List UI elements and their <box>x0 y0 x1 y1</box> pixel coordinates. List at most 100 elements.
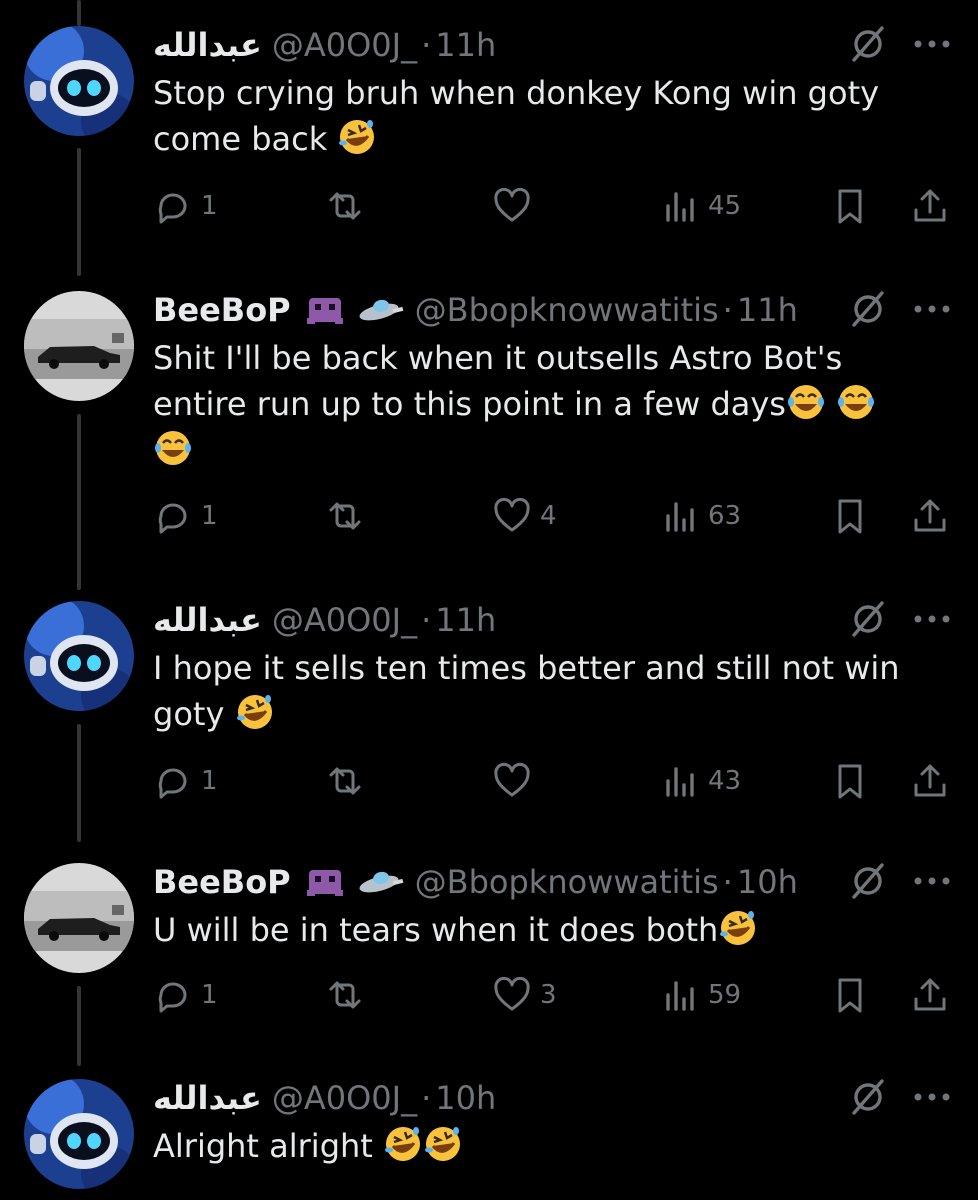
heart-icon <box>492 186 532 226</box>
heart-icon <box>492 975 532 1015</box>
views-button[interactable]: 45 <box>660 183 741 229</box>
user-handle[interactable]: @A0O0J_ <box>272 26 417 64</box>
tweet-header: BeeBoP @Bbopknowwatitis · 10h <box>153 857 798 907</box>
reply-icon <box>153 761 193 801</box>
user-handle[interactable]: @A0O0J_ <box>272 1079 417 1117</box>
repost-icon <box>325 761 365 801</box>
like-count: 3 <box>540 980 557 1010</box>
grok-icon[interactable] <box>848 289 888 329</box>
avatar[interactable] <box>24 1079 134 1189</box>
avatar[interactable] <box>24 291 134 401</box>
views-button[interactable]: 63 <box>660 493 741 539</box>
separator: · <box>421 1079 432 1117</box>
tweet-text: U will be in tears when it does both <box>153 907 943 953</box>
share-button[interactable] <box>910 758 950 804</box>
bookmark-button[interactable] <box>830 493 870 539</box>
reply-count: 1 <box>201 501 218 531</box>
heart-icon <box>492 496 532 536</box>
tweet-text-content: U will be in tears when it does both <box>153 911 719 949</box>
avatar[interactable] <box>24 601 134 711</box>
tears-of-joy-emoji-icon <box>153 428 193 468</box>
share-icon <box>910 761 950 801</box>
tweet[interactable]: عبدالله @A0O0J_ · 11h Stop crying bruh w… <box>0 20 978 230</box>
tweet[interactable]: BeeBoP @Bbopknowwatitis · 10h U will be … <box>0 857 978 1027</box>
repost-button[interactable] <box>325 183 373 229</box>
bookmark-icon <box>830 496 870 536</box>
grok-icon[interactable] <box>848 599 888 639</box>
repost-button[interactable] <box>325 493 373 539</box>
grok-icon[interactable] <box>848 1077 888 1117</box>
tweet-header: عبدالله @A0O0J_ · 11h <box>153 595 496 645</box>
timestamp[interactable]: 11h <box>435 601 496 639</box>
more-options-icon[interactable] <box>910 1077 954 1117</box>
tweet[interactable]: عبدالله @A0O0J_ · 10h Alright alright <box>0 1073 978 1200</box>
repost-icon <box>325 496 365 536</box>
display-name[interactable]: عبدالله <box>153 601 262 639</box>
grok-icon[interactable] <box>848 861 888 901</box>
timestamp[interactable]: 10h <box>435 1079 496 1117</box>
user-handle[interactable]: @Bbopknowwatitis <box>415 291 719 329</box>
bookmark-icon <box>830 761 870 801</box>
tweet-text: Alright alright <box>153 1123 943 1169</box>
like-button[interactable] <box>492 758 540 804</box>
tweet-actions: 1 45 <box>153 183 953 229</box>
display-name[interactable]: عبدالله <box>153 1079 262 1117</box>
bookmark-icon <box>830 186 870 226</box>
views-icon <box>660 761 700 801</box>
reply-icon <box>153 496 193 536</box>
timestamp[interactable]: 11h <box>435 26 496 64</box>
like-button[interactable]: 3 <box>492 972 557 1018</box>
reply-button[interactable]: 1 <box>153 183 218 229</box>
tweet-text: I hope it sells ten times better and sti… <box>153 645 943 737</box>
like-button[interactable] <box>492 183 540 229</box>
views-icon <box>660 186 700 226</box>
views-button[interactable]: 43 <box>660 758 741 804</box>
repost-button[interactable] <box>325 758 373 804</box>
rolling-laughing-emoji-icon <box>718 908 758 948</box>
reply-thread: عبدالله @A0O0J_ · 11h Stop crying bruh w… <box>0 0 978 1200</box>
share-button[interactable] <box>910 183 950 229</box>
share-button[interactable] <box>910 972 950 1018</box>
tweet-actions: 1 4 63 <box>153 493 953 539</box>
separator: · <box>421 601 432 639</box>
tears-of-joy-emoji-icon <box>786 382 826 422</box>
user-handle[interactable]: @Bbopknowwatitis <box>415 863 719 901</box>
user-handle[interactable]: @A0O0J_ <box>272 601 417 639</box>
space-invader-icon <box>305 862 345 902</box>
tweet-text: Shit I'll be back when it outsells Astro… <box>153 335 893 473</box>
tweet-text-content: Shit I'll be back when it outsells Astro… <box>153 339 843 423</box>
view-count: 43 <box>708 766 742 796</box>
bookmark-button[interactable] <box>830 183 870 229</box>
repost-icon <box>325 186 365 226</box>
display-name[interactable]: عبدالله <box>153 26 262 64</box>
reply-button[interactable]: 1 <box>153 758 218 804</box>
views-button[interactable]: 59 <box>660 972 741 1018</box>
repost-button[interactable] <box>325 972 373 1018</box>
tweet[interactable]: عبدالله @A0O0J_ · 11h I hope it sells te… <box>0 595 978 815</box>
more-options-icon[interactable] <box>910 24 954 64</box>
display-name[interactable]: BeeBoP <box>153 291 291 329</box>
more-options-icon[interactable] <box>910 861 954 901</box>
bookmark-button[interactable] <box>830 758 870 804</box>
more-options-icon[interactable] <box>910 599 954 639</box>
heart-icon <box>492 761 532 801</box>
more-options-icon[interactable] <box>910 289 954 329</box>
separator: · <box>722 291 733 329</box>
share-button[interactable] <box>910 493 950 539</box>
like-button[interactable]: 4 <box>492 493 557 539</box>
grok-icon[interactable] <box>848 24 888 64</box>
timestamp[interactable]: 10h <box>737 863 798 901</box>
bookmark-button[interactable] <box>830 972 870 1018</box>
tweet[interactable]: BeeBoP @Bbopknowwatitis · 11h Shit I'll … <box>0 285 978 545</box>
reply-icon <box>153 186 193 226</box>
avatar[interactable] <box>24 863 134 973</box>
reply-button[interactable]: 1 <box>153 493 218 539</box>
avatar[interactable] <box>24 26 134 136</box>
timestamp[interactable]: 11h <box>737 291 798 329</box>
reply-count: 1 <box>201 191 218 221</box>
display-name[interactable]: BeeBoP <box>153 863 291 901</box>
rolling-laughing-emoji-icon <box>337 117 377 157</box>
reply-button[interactable]: 1 <box>153 972 218 1018</box>
view-count: 63 <box>708 501 742 531</box>
views-icon <box>660 975 700 1015</box>
